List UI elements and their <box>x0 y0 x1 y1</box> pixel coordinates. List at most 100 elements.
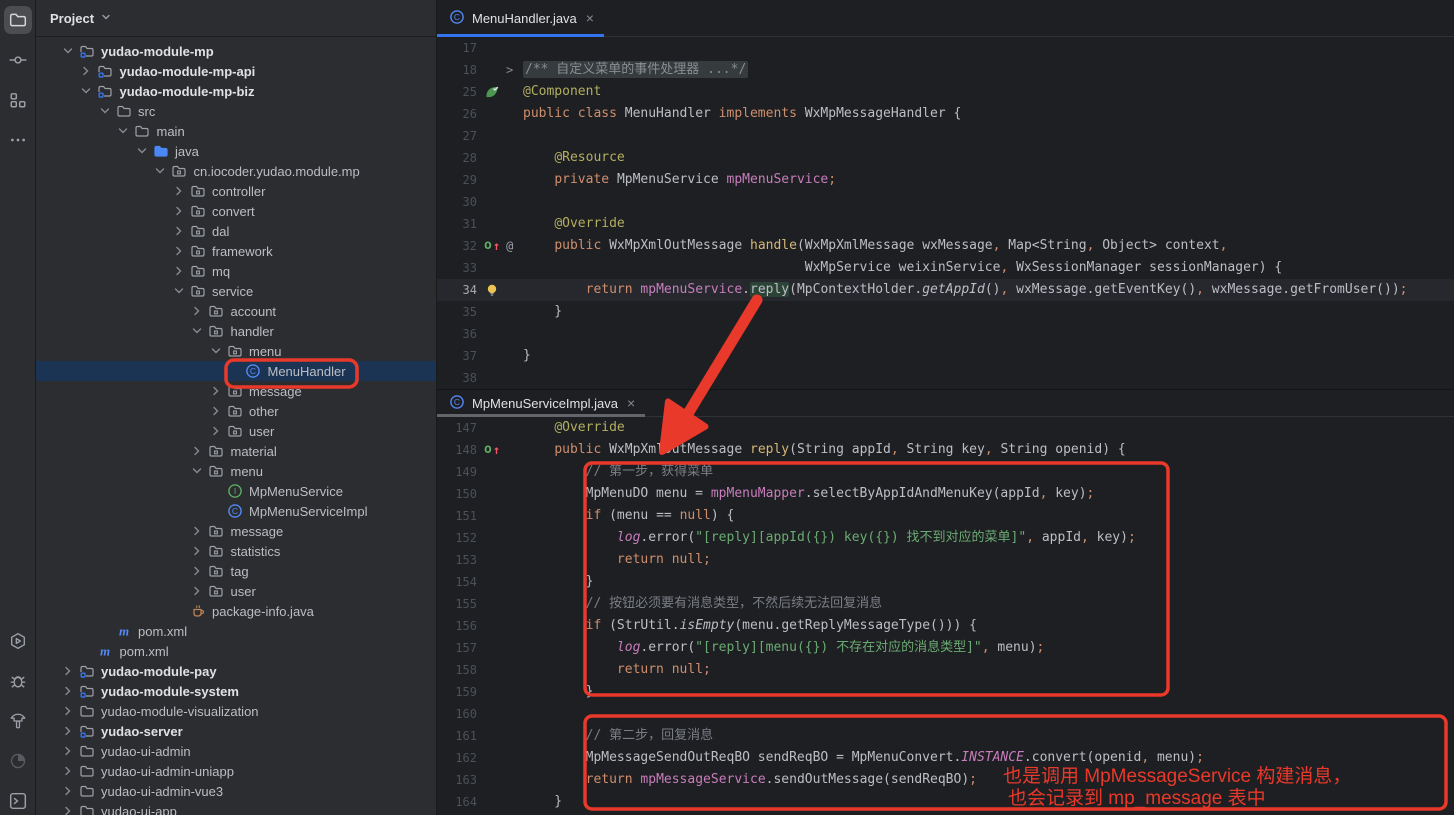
tree-item-yudao-ui-app[interactable]: yudao-ui-app <box>36 801 436 815</box>
tree-item-yudao-module-mp-api[interactable]: yudao-module-mp-api <box>36 61 436 81</box>
line-number[interactable]: 150 <box>437 483 477 505</box>
tree-item-mq[interactable]: mq <box>36 261 436 281</box>
code-line-159[interactable]: 159 } <box>437 681 1454 703</box>
chevron-right-icon[interactable] <box>188 583 207 599</box>
tree-item-menu[interactable]: menu <box>36 461 436 481</box>
tree-item-dal[interactable]: dal <box>36 221 436 241</box>
line-number[interactable]: 38 <box>437 367 477 389</box>
tree-item-mpmenuserviceimpl[interactable]: CMpMenuServiceImpl <box>36 501 436 521</box>
close-icon[interactable]: × <box>627 395 635 411</box>
tree-item-material[interactable]: material <box>36 441 436 461</box>
chevron-down-icon[interactable] <box>95 103 114 119</box>
code-line-33[interactable]: 33 WxMpService weixinService, WxSessionM… <box>437 257 1454 279</box>
editor-bottom-mpmenuserviceimpl[interactable]: 147 @Override148o↑ public WxMpXmlOutMess… <box>437 417 1454 815</box>
chevron-right-icon[interactable] <box>188 303 207 319</box>
line-number[interactable]: 155 <box>437 593 477 615</box>
code-line-148[interactable]: 148o↑ public WxMpXmlOutMessage reply(Str… <box>437 439 1454 461</box>
tree-item-service[interactable]: service <box>36 281 436 301</box>
line-number[interactable]: 159 <box>437 681 477 703</box>
chevron-down-icon[interactable] <box>114 123 133 139</box>
code-line-28[interactable]: 28 @Resource <box>437 147 1454 169</box>
structure-icon[interactable] <box>4 86 32 114</box>
chevron-right-icon[interactable] <box>169 203 188 219</box>
tree-item-message[interactable]: message <box>36 381 436 401</box>
code-line-18[interactable]: 18>/** 自定义菜单的事件处理器 ...*/ <box>437 59 1454 81</box>
tree-item-main[interactable]: main <box>36 121 436 141</box>
line-number[interactable]: 17 <box>437 37 477 59</box>
chevron-right-icon[interactable] <box>169 263 188 279</box>
tree-item-tag[interactable]: tag <box>36 561 436 581</box>
tree-item-yudao-ui-admin[interactable]: yudao-ui-admin <box>36 741 436 761</box>
code-line-154[interactable]: 154 } <box>437 571 1454 593</box>
tree-item-package-info-java[interactable]: package-info.java <box>36 601 436 621</box>
tree-item-other[interactable]: other <box>36 401 436 421</box>
line-number[interactable]: 160 <box>437 703 477 725</box>
line-number[interactable]: 154 <box>437 571 477 593</box>
code-line-162[interactable]: 162 MpMessageSendOutReqBO sendReqBO = Mp… <box>437 747 1454 769</box>
line-number[interactable]: 161 <box>437 725 477 747</box>
line-number[interactable]: 36 <box>437 323 477 345</box>
chevron-right-icon[interactable] <box>188 543 207 559</box>
chevron-down-icon[interactable] <box>206 343 225 359</box>
code-line-149[interactable]: 149 // 第一步，获得菜单 <box>437 461 1454 483</box>
line-number[interactable]: 147 <box>437 417 477 439</box>
chevron-right-icon[interactable] <box>188 523 207 539</box>
code-line-26[interactable]: 26public class MenuHandler implements Wx… <box>437 103 1454 125</box>
chevron-right-icon[interactable] <box>58 663 77 679</box>
line-number[interactable]: 33 <box>437 257 477 279</box>
code-line-32[interactable]: 32o↑@ public WxMpXmlOutMessage handle(Wx… <box>437 235 1454 257</box>
chevron-right-icon[interactable] <box>169 223 188 239</box>
fold-arrow-icon[interactable]: > <box>506 59 513 81</box>
line-number[interactable]: 162 <box>437 747 477 769</box>
tree-item-yudao-module-system[interactable]: yudao-module-system <box>36 681 436 701</box>
chevron-right-icon[interactable] <box>206 423 225 439</box>
code-line-34[interactable]: 34 return mpMenuService.reply(MpContextH… <box>437 279 1454 301</box>
code-line-158[interactable]: 158 return null; <box>437 659 1454 681</box>
code-line-35[interactable]: 35 } <box>437 301 1454 323</box>
tree-item-menu[interactable]: menu <box>36 341 436 361</box>
chevron-right-icon[interactable] <box>58 683 77 699</box>
line-number[interactable]: 27 <box>437 125 477 147</box>
line-number[interactable]: 35 <box>437 301 477 323</box>
tree-item-java[interactable]: java <box>36 141 436 161</box>
code-line-160[interactable]: 160 <box>437 703 1454 725</box>
chevron-right-icon[interactable] <box>58 763 77 779</box>
line-number[interactable]: 156 <box>437 615 477 637</box>
profiler-icon[interactable] <box>4 747 32 775</box>
code-line-150[interactable]: 150 MpMenuDO menu = mpMenuMapper.selectB… <box>437 483 1454 505</box>
line-number[interactable]: 25 <box>437 81 477 103</box>
line-number[interactable]: 28 <box>437 147 477 169</box>
chevron-right-icon[interactable] <box>58 703 77 719</box>
chevron-down-icon[interactable] <box>151 163 170 179</box>
code-line-156[interactable]: 156 if (StrUtil.isEmpty(menu.getReplyMes… <box>437 615 1454 637</box>
tree-item-yudao-module-mp-biz[interactable]: yudao-module-mp-biz <box>36 81 436 101</box>
close-icon[interactable]: × <box>586 10 594 26</box>
code-line-161[interactable]: 161 // 第二步，回复消息 <box>437 725 1454 747</box>
terminal-icon[interactable] <box>4 787 32 815</box>
chevron-right-icon[interactable] <box>206 383 225 399</box>
chevron-right-icon[interactable] <box>58 743 77 759</box>
line-number[interactable]: 18 <box>437 59 477 81</box>
line-number[interactable]: 157 <box>437 637 477 659</box>
tree-item-pom-xml[interactable]: mpom.xml <box>36 621 436 641</box>
chevron-right-icon[interactable] <box>188 443 207 459</box>
code-line-157[interactable]: 157 log.error("[reply][menu({}) 不存在对应的消息… <box>437 637 1454 659</box>
tree-item-yudao-module-mp[interactable]: yudao-module-mp <box>36 41 436 61</box>
project-folder-icon[interactable] <box>4 6 32 34</box>
tab-mpmenuserviceimpl-java[interactable]: C MpMenuServiceImpl.java × <box>437 390 645 416</box>
line-number[interactable]: 34 <box>437 279 477 301</box>
code-line-36[interactable]: 36 <box>437 323 1454 345</box>
project-panel-header[interactable]: Project <box>36 0 436 37</box>
chevron-right-icon[interactable] <box>58 803 77 815</box>
line-number[interactable]: 31 <box>437 213 477 235</box>
tree-item-controller[interactable]: controller <box>36 181 436 201</box>
line-number[interactable]: 163 <box>437 769 477 791</box>
build-icon[interactable] <box>4 707 32 735</box>
line-number[interactable]: 164 <box>437 791 477 813</box>
tree-item-yudao-ui-admin-vue3[interactable]: yudao-ui-admin-vue3 <box>36 781 436 801</box>
tree-item-menuhandler[interactable]: CMenuHandler <box>36 361 436 381</box>
tree-item-framework[interactable]: framework <box>36 241 436 261</box>
line-number[interactable]: 152 <box>437 527 477 549</box>
code-line-30[interactable]: 30 <box>437 191 1454 213</box>
tab-menuhandler-java[interactable]: C MenuHandler.java × <box>437 0 604 36</box>
